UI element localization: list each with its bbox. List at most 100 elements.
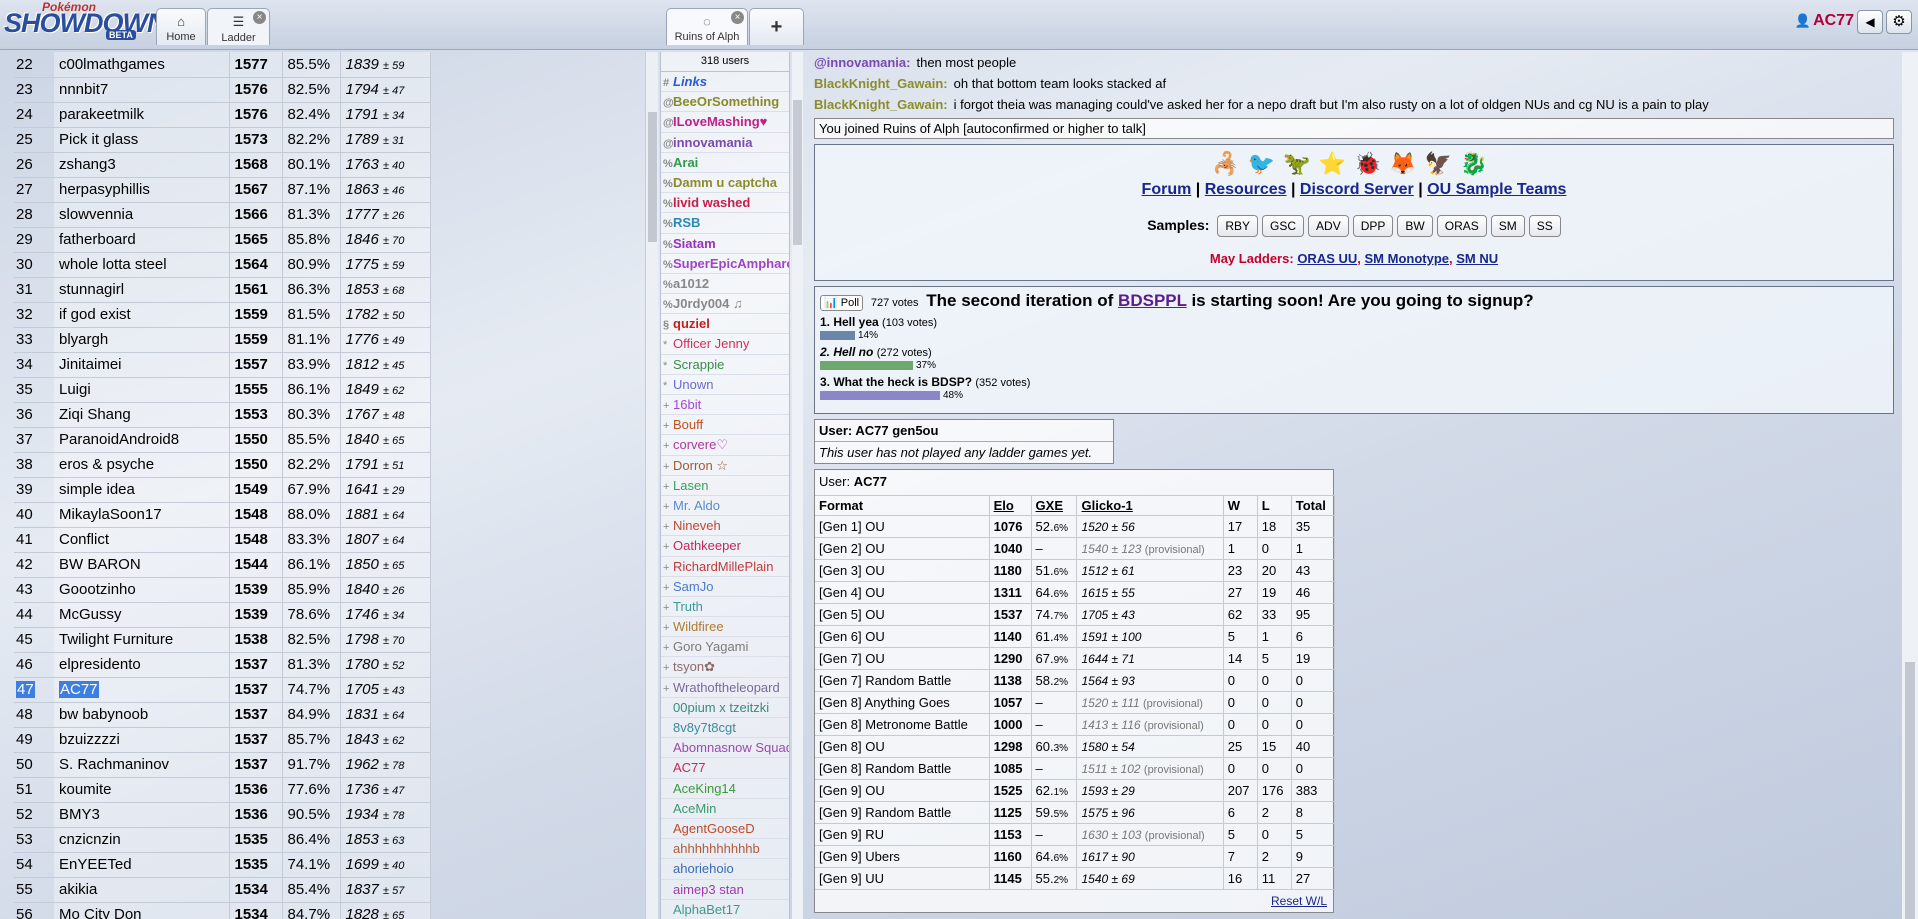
ladder-name[interactable]: akikia bbox=[54, 877, 230, 903]
ladder-row[interactable]: 24 parakeetmilk 1576 82.4% 1791 ± 34 bbox=[14, 102, 431, 128]
user-list-item[interactable]: + Lasen bbox=[661, 476, 789, 496]
poll-option[interactable]: 3. What the heck is BDSP? (352 votes) bbox=[820, 375, 1888, 389]
ladder-row[interactable]: 48 bw babynoob 1537 84.9% 1831 ± 64 bbox=[14, 702, 431, 728]
scroll-thumb[interactable] bbox=[793, 100, 802, 245]
player-name[interactable]: ParanoidAndroid8 bbox=[59, 431, 179, 448]
ladder-name[interactable]: cnzicnzin bbox=[54, 827, 230, 853]
user-name[interactable]: Dorron ☆ bbox=[673, 458, 728, 473]
player-name[interactable]: slowvennia bbox=[59, 206, 133, 223]
player-name[interactable]: whole lotta steel bbox=[59, 256, 167, 273]
user-name[interactable]: Siatam bbox=[673, 236, 716, 251]
ladder-row[interactable]: 27 herpasyphillis 1567 87.1% 1863 ± 46 bbox=[14, 177, 431, 203]
ladder-name[interactable]: bzuizzzzi bbox=[54, 727, 230, 753]
user-list-item[interactable]: + SamJo bbox=[661, 577, 789, 597]
user-name[interactable]: SamJo bbox=[673, 579, 713, 594]
user-name[interactable]: AC77 bbox=[673, 760, 706, 775]
close-icon[interactable]: × bbox=[731, 11, 744, 24]
sample-button[interactable]: SM bbox=[1490, 215, 1525, 237]
user-list-item[interactable]: ahoriehoio bbox=[661, 859, 789, 880]
player-name[interactable]: MikaylaSoon17 bbox=[59, 506, 162, 523]
ladder-row[interactable]: 39 simple idea 1549 67.9% 1641 ± 29 bbox=[14, 477, 431, 503]
ladder-name[interactable]: MikaylaSoon17 bbox=[54, 502, 230, 528]
user-name[interactable]: Officer Jenny bbox=[673, 336, 749, 351]
user-name[interactable]: ILoveMashing♥ bbox=[673, 114, 767, 129]
chat-scrollbar[interactable] bbox=[1902, 52, 1918, 919]
sample-button[interactable]: RBY bbox=[1217, 215, 1259, 237]
ladder-row[interactable]: 37 ParanoidAndroid8 1550 85.5% 1840 ± 65 bbox=[14, 427, 431, 453]
user-name[interactable]: Goro Yagami bbox=[673, 639, 748, 654]
user-count[interactable]: 318 users bbox=[661, 52, 789, 72]
user-name[interactable]: RSB bbox=[673, 215, 700, 230]
user-name[interactable]: livid washed bbox=[673, 195, 750, 210]
ladder-name[interactable]: slowvennia bbox=[54, 202, 230, 228]
user-list-item[interactable]: +16bit bbox=[661, 395, 789, 416]
user-name[interactable]: Oathkeeper bbox=[673, 538, 741, 553]
ladder-name[interactable]: Jinitaimei bbox=[54, 352, 230, 378]
scroll-thumb[interactable] bbox=[1905, 662, 1915, 919]
poll-option[interactable]: 2. Hell no (272 votes) bbox=[820, 345, 1888, 359]
chat-author[interactable]: BlackKnight_Gawain: bbox=[814, 76, 948, 91]
ladder-row[interactable]: 54 EnYEETed 1535 74.1% 1699 ± 40 bbox=[14, 852, 431, 878]
user-list-item[interactable]: %livid washed bbox=[661, 193, 789, 214]
ladder-name[interactable]: koumite bbox=[54, 777, 230, 803]
user-name[interactable]: innovamania bbox=[673, 135, 752, 150]
new-tab-button[interactable]: + bbox=[749, 8, 804, 45]
ladder-name[interactable]: ParanoidAndroid8 bbox=[54, 427, 230, 453]
player-name[interactable]: Goootzinho bbox=[59, 581, 136, 598]
ladder-row[interactable]: 33 blyargh 1559 81.1% 1776 ± 49 bbox=[14, 327, 431, 353]
user-name[interactable]: AceMin bbox=[673, 801, 716, 816]
ladder-name[interactable]: Conflict bbox=[54, 527, 230, 553]
user-list-item[interactable]: + tsyon✿ bbox=[661, 657, 789, 678]
poll-option[interactable]: 1. Hell yea (103 votes) bbox=[820, 315, 1888, 329]
ladder-row[interactable]: 52 BMY3 1536 90.5% 1934 ± 78 bbox=[14, 802, 431, 828]
user-list-item[interactable]: + corvere♡ bbox=[661, 435, 789, 456]
ladder-scrollbar[interactable] bbox=[645, 52, 658, 919]
ladder-name[interactable]: stunnagirl bbox=[54, 277, 230, 303]
user-list-item[interactable]: 8v8y7t8cgt bbox=[661, 718, 789, 739]
user-name[interactable]: corvere♡ bbox=[673, 437, 728, 452]
user-menu[interactable]: 👤 AC77 bbox=[1795, 12, 1854, 30]
sample-button[interactable]: BW bbox=[1397, 215, 1433, 237]
user-name[interactable]: Abomnasnow Squad bbox=[673, 740, 789, 755]
user-name[interactable]: Damm u captcha bbox=[673, 175, 777, 190]
player-name[interactable]: herpasyphillis bbox=[59, 181, 150, 198]
user-name[interactable]: 8v8y7t8cgt bbox=[673, 720, 736, 735]
user-list-item[interactable]: + Wrathoftheleopard bbox=[661, 678, 789, 698]
user-list-item[interactable]: * Officer Jenny bbox=[661, 334, 789, 355]
user-name[interactable]: Nineveh bbox=[673, 518, 721, 533]
player-name[interactable]: akikia bbox=[59, 881, 97, 898]
user-list-item[interactable]: § quziel bbox=[661, 314, 789, 335]
ladder-name[interactable]: Ziqi Shang bbox=[54, 402, 230, 428]
user-list-item[interactable]: AlphaBet17 bbox=[661, 900, 789, 919]
ladder-name[interactable]: elpresidento bbox=[54, 652, 230, 678]
user-name[interactable]: 00pium x tzeitzki bbox=[673, 700, 769, 715]
close-icon[interactable]: × bbox=[253, 11, 266, 24]
player-name[interactable]: Twilight Furniture bbox=[59, 631, 173, 648]
player-name[interactable]: eros & psyche bbox=[59, 456, 154, 473]
ladder-row[interactable]: 41 Conflict 1548 83.3% 1807 ± 64 bbox=[14, 527, 431, 553]
user-list-item[interactable]: %a1012 bbox=[661, 274, 789, 295]
intro-link[interactable]: Resources bbox=[1205, 181, 1287, 198]
ladder-row[interactable]: 53 cnzicnzin 1535 86.4% 1853 ± 63 bbox=[14, 827, 431, 853]
user-list-item[interactable]: * Scrappie bbox=[661, 355, 789, 375]
ladder-row[interactable]: 29 fatherboard 1565 85.8% 1846 ± 70 bbox=[14, 227, 431, 253]
user-list-item[interactable]: * Unown bbox=[661, 375, 789, 395]
may-ladder-link[interactable]: SM Monotype bbox=[1365, 251, 1450, 266]
user-list-item[interactable]: # Links bbox=[661, 72, 789, 93]
user-name[interactable]: RichardMillePlain bbox=[673, 559, 773, 574]
ladder-row[interactable]: 46 elpresidento 1537 81.3% 1780 ± 52 bbox=[14, 652, 431, 678]
user-name[interactable]: aimep3 stan bbox=[673, 882, 744, 897]
ladder-row[interactable]: 32 if god exist 1559 81.5% 1782 ± 50 bbox=[14, 302, 431, 328]
user-list-item[interactable]: + RichardMillePlain bbox=[661, 557, 789, 577]
ladder-row[interactable]: 44 McGussy 1539 78.6% 1746 ± 34 bbox=[14, 602, 431, 628]
ladder-row[interactable]: 35 Luigi 1555 86.1% 1849 ± 62 bbox=[14, 377, 431, 403]
player-name[interactable]: simple idea bbox=[59, 481, 135, 498]
user-list-item[interactable]: %SuperEpicAmpharos bbox=[661, 254, 789, 274]
ladder-name[interactable]: S. Rachmaninov bbox=[54, 752, 230, 778]
player-name[interactable]: elpresidento bbox=[59, 656, 141, 673]
ladder-name[interactable]: zshang3 bbox=[54, 152, 230, 178]
stats-header-gxe[interactable]: GXE bbox=[1031, 495, 1078, 516]
user-list-item[interactable]: %RSB bbox=[661, 213, 789, 234]
user-name[interactable]: BeeOrSomething bbox=[673, 94, 779, 109]
ladder-row[interactable]: 49 bzuizzzzi 1537 85.7% 1843 ± 62 bbox=[14, 727, 431, 753]
